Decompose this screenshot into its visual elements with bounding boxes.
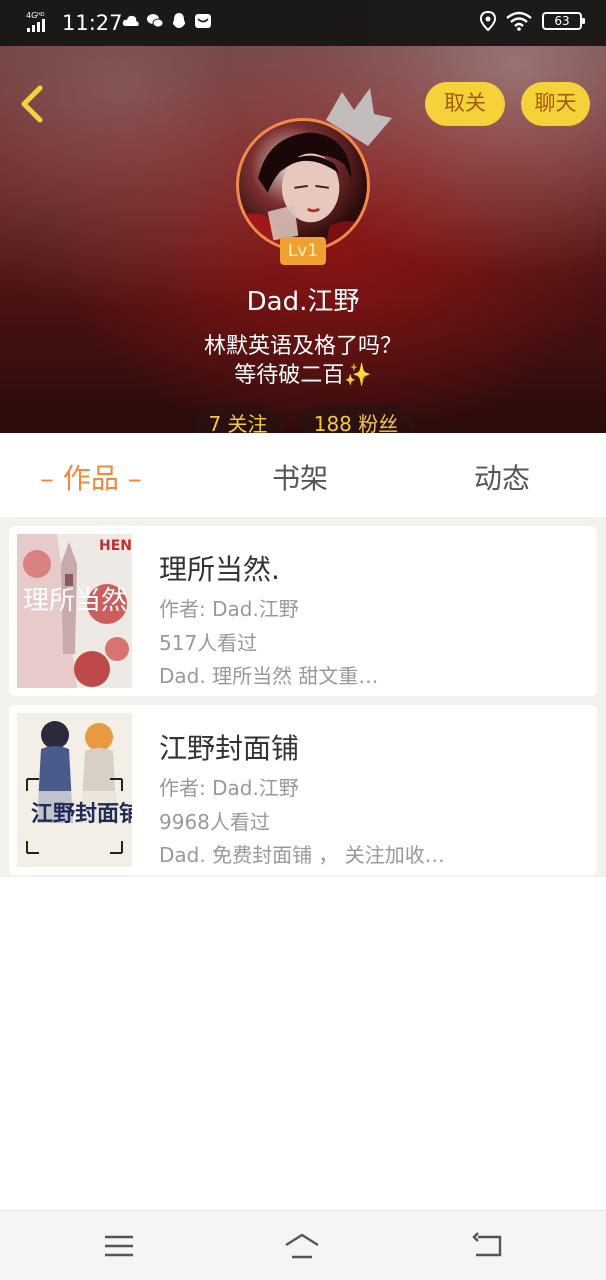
notification-icons — [122, 12, 212, 30]
book-description: Dad. 免费封面铺 ， 关注加收… — [159, 843, 445, 867]
svg-text:HD: HD — [37, 12, 45, 18]
profile-tabs: – 作品 – 书架 动态 — [0, 433, 606, 517]
book-views: 517人看过 — [159, 631, 258, 655]
status-right: 63 — [480, 11, 585, 31]
fans-count[interactable]: 188 粉丝 — [298, 404, 414, 433]
user-bio: 林默英语及格了吗？ 等待破二百✨ — [0, 332, 606, 390]
svg-text:HEN: HEN — [99, 538, 132, 554]
cloud-icon — [122, 12, 140, 30]
signal-icon: 4G HD — [26, 11, 45, 32]
profile-header: 4G HD 11:27 63 取关 聊天 Lv1 Dad.江野 林默英语及格了吗… — [0, 0, 606, 433]
book-card[interactable]: 江野封面铺 江野封面铺 作者: Dad.江野 9968人看过 Dad. 免费封面… — [9, 705, 597, 875]
wifi-icon — [506, 11, 532, 31]
clock: 11:27 — [62, 11, 123, 35]
level-badge: Lv1 — [280, 237, 326, 265]
book-cover: 江野封面铺 — [17, 713, 132, 867]
book-views: 9968人看过 — [159, 810, 270, 834]
bio-line-1: 林默英语及格了吗？ — [203, 334, 402, 359]
book-author: 作者: Dad.江野 — [159, 597, 299, 621]
cover-title: 理所当然 — [23, 586, 127, 616]
message-icon — [194, 12, 212, 30]
menu-icon[interactable] — [99, 1229, 139, 1263]
tab-bookshelf[interactable]: 书架 — [272, 457, 328, 497]
chat-button[interactable]: 聊天 — [521, 82, 590, 126]
avatar-image — [239, 132, 367, 249]
location-icon — [480, 11, 496, 31]
book-description: Dad. 理所当然 甜文重… — [159, 664, 379, 688]
battery-indicator: 63 — [542, 12, 585, 30]
book-title: 江野封面铺 — [159, 732, 300, 765]
tab-works[interactable]: – 作品 – — [40, 457, 142, 497]
back-icon[interactable] — [468, 1229, 508, 1263]
book-cover: HEN 理所当然 — [17, 534, 132, 688]
book-author: 作者: Dad.江野 — [159, 776, 299, 800]
status-bar: 4G HD 11:27 63 — [0, 0, 606, 46]
following-count[interactable]: 7 关注 — [193, 404, 283, 433]
wechat-icon — [146, 12, 164, 30]
unfollow-button[interactable]: 取关 — [425, 82, 505, 126]
cover-title: 江野封面铺 — [31, 801, 132, 827]
book-title: 理所当然. — [159, 553, 280, 586]
username: Dad.江野 — [246, 287, 360, 317]
back-chevron-icon[interactable] — [16, 84, 50, 124]
qq-icon — [170, 12, 188, 30]
system-nav-bar — [0, 1210, 606, 1280]
svg-text:4G: 4G — [26, 11, 37, 20]
tab-feed[interactable]: 动态 — [474, 457, 530, 497]
home-icon[interactable] — [282, 1229, 322, 1263]
avatar[interactable] — [236, 118, 370, 252]
book-card[interactable]: HEN 理所当然 理所当然. 作者: Dad.江野 517人看过 Dad. 理所… — [9, 526, 597, 696]
bio-line-2: 等待破二百✨ — [234, 363, 372, 388]
